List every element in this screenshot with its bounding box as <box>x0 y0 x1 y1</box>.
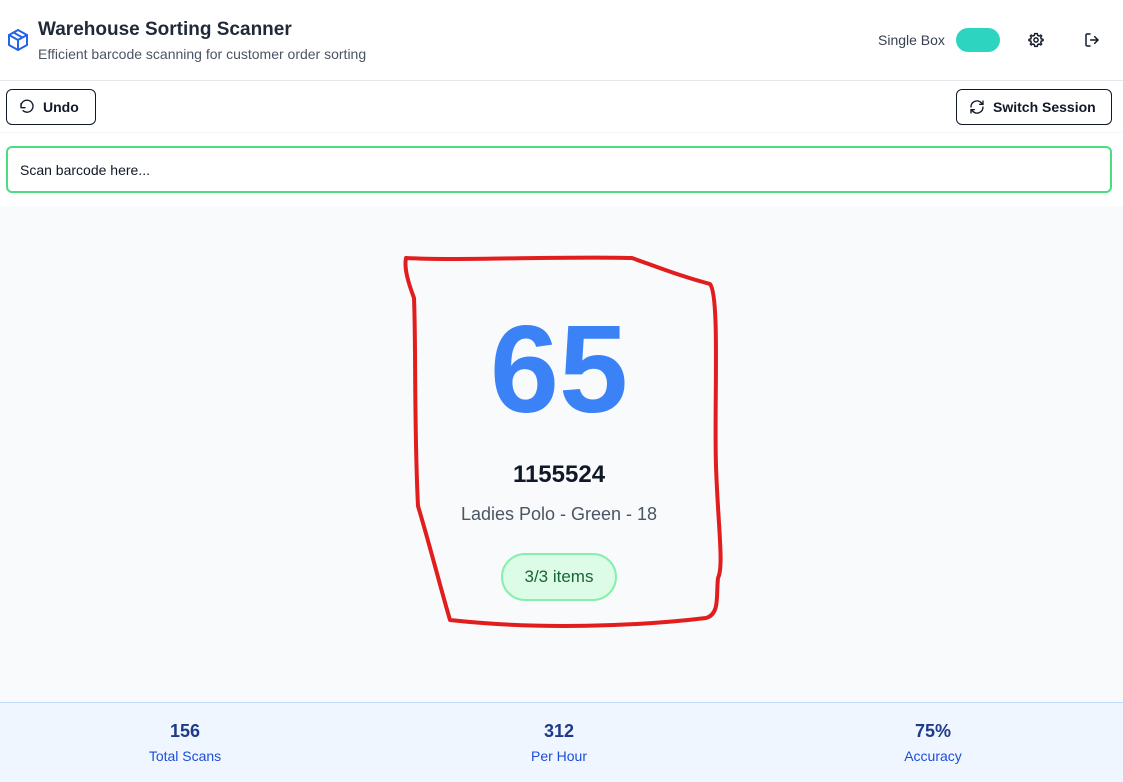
scan-result-panel: 65 1155524 Ladies Polo - Green - 18 3/3 … <box>0 206 1123 702</box>
stats-bar: 156 Total Scans 312 Per Hour 75% Accurac… <box>0 702 1123 782</box>
stat-accuracy: 75% Accuracy <box>833 721 1033 764</box>
red-annotation-outline <box>403 255 723 628</box>
stat-label: Per Hour <box>530 748 588 764</box>
barcode-input[interactable] <box>6 146 1112 193</box>
package-icon <box>8 29 28 51</box>
bin-number: 65 <box>490 301 628 439</box>
stat-total-scans: 156 Total Scans <box>85 721 285 764</box>
toolbar: Undo Switch Session <box>0 81 1123 133</box>
undo-label: Undo <box>43 99 79 115</box>
toggle-knob <box>979 31 997 49</box>
refresh-icon <box>970 100 984 114</box>
product-description: Ladies Polo - Green - 18 <box>460 504 658 524</box>
settings-button[interactable] <box>1024 28 1048 52</box>
stat-value: 156 <box>169 721 201 741</box>
app-title: Warehouse Sorting Scanner <box>38 19 292 40</box>
single-box-toggle-label: Single Box <box>878 32 945 48</box>
stat-value: 312 <box>543 721 575 741</box>
app-header: Warehouse Sorting Scanner Efficient barc… <box>0 0 1123 81</box>
items-count-badge: 3/3 items <box>501 553 617 601</box>
sku-number: 1155524 <box>512 461 606 488</box>
logout-icon <box>1085 33 1099 47</box>
undo-button[interactable]: Undo <box>6 89 96 125</box>
stat-value: 75% <box>914 721 952 741</box>
single-box-toggle[interactable] <box>956 28 1000 52</box>
switch-session-label: Switch Session <box>993 99 1096 115</box>
gear-icon <box>1028 32 1044 48</box>
logout-button[interactable] <box>1080 28 1104 52</box>
app-subtitle: Efficient barcode scanning for customer … <box>38 46 367 62</box>
undo-icon <box>20 99 34 113</box>
scan-area <box>0 134 1123 206</box>
stat-per-hour: 312 Per Hour <box>459 721 659 764</box>
stat-label: Total Scans <box>148 748 222 764</box>
stat-label: Accuracy <box>904 748 962 764</box>
switch-session-button[interactable]: Switch Session <box>956 89 1112 125</box>
